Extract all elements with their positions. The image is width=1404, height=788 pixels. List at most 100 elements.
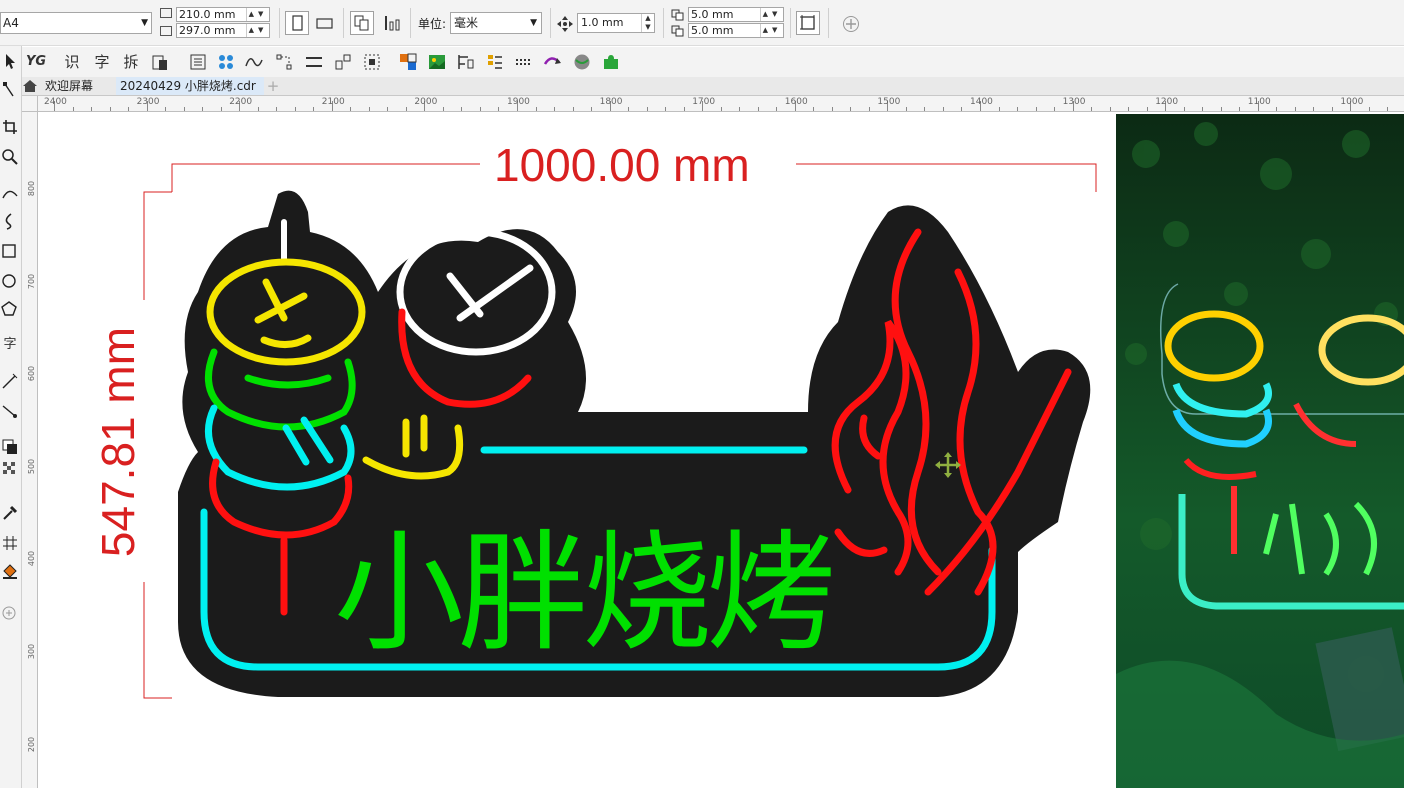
add-tool-icon[interactable] xyxy=(1,604,19,622)
ruler-tick-label: 2300 xyxy=(136,97,160,107)
path-icon[interactable] xyxy=(244,52,264,72)
puzzle-icon[interactable] xyxy=(601,52,621,72)
ellipse-tool-icon[interactable] xyxy=(1,272,19,290)
ruler-minor-tick xyxy=(257,107,259,111)
ruler-minor-tick xyxy=(128,107,130,111)
duplicate-x-field[interactable]: 5.0 mm ▲▼ xyxy=(688,7,784,22)
duplicate-y-field[interactable]: 5.0 mm ▲▼ xyxy=(688,23,784,38)
landscape-button[interactable] xyxy=(313,11,337,35)
arrange-icon[interactable] xyxy=(333,52,353,72)
ruler-minor-tick xyxy=(91,107,93,111)
ruler-minor-tick xyxy=(1035,107,1037,111)
color-blocks-icon[interactable] xyxy=(398,52,418,72)
blend-icon[interactable] xyxy=(543,52,563,72)
neon-sign-design[interactable]: 小胖烧烤 xyxy=(158,172,1108,712)
pick-tool-icon[interactable] xyxy=(1,52,19,70)
ruler-minor-tick xyxy=(1017,107,1019,111)
ruler-minor-tick xyxy=(202,107,204,111)
horizontal-ruler[interactable]: 2400 2300 2200 2100 2000 1900 1800 1700 1600 1500… xyxy=(38,96,1404,112)
drawing-canvas[interactable]: 1000.00 mm 547.81 mm 小胖烧烤 xyxy=(38,112,1404,788)
page-width-field[interactable]: 210.0 mm ▲▼ xyxy=(176,7,270,22)
connector-tool-icon[interactable] xyxy=(1,402,19,420)
spinner-icon[interactable]: ▲▼ xyxy=(760,24,783,37)
reference-photo[interactable] xyxy=(1116,114,1404,788)
current-page-button[interactable] xyxy=(380,11,404,35)
layers-icon[interactable] xyxy=(485,52,505,72)
page-height-field[interactable]: 297.0 mm ▲▼ xyxy=(176,23,270,38)
eyedropper-tool-icon[interactable] xyxy=(1,504,19,522)
units-dropdown[interactable]: 毫米 ▼ xyxy=(450,12,542,34)
ruler-minor-tick xyxy=(1331,107,1333,111)
polygon-tool-icon[interactable] xyxy=(1,300,19,318)
ruler-tick-label: 1000 xyxy=(1340,97,1364,107)
toolbar-row: YG 识 字 拆 xyxy=(0,47,1404,77)
sign-text: 小胖烧烤 xyxy=(334,517,831,669)
new-tab-button[interactable]: + xyxy=(264,77,282,95)
nudge-field[interactable]: 1.0 mm ▲ ▼ xyxy=(577,13,655,33)
ruler-minor-tick xyxy=(739,107,741,111)
shadow-tool-icon[interactable] xyxy=(1,438,19,456)
select-frame-icon[interactable] xyxy=(362,52,382,72)
ruler-tick-label: 1800 xyxy=(599,97,623,107)
ruler-minor-tick xyxy=(572,107,574,111)
page-width-value: 210.0 mm xyxy=(179,8,236,21)
pattern-icon[interactable] xyxy=(216,52,236,72)
text-tool-icon[interactable]: 字 xyxy=(1,336,19,354)
ruler-minor-tick xyxy=(405,107,407,111)
move-cursor-icon xyxy=(935,452,961,478)
recognize-button[interactable]: 识 xyxy=(62,52,82,72)
zoom-tool-icon[interactable] xyxy=(1,148,19,166)
clipboard-icon[interactable] xyxy=(150,52,170,72)
spinner-icon[interactable]: ▲▼ xyxy=(246,8,269,21)
spinner-icon[interactable]: ▲▼ xyxy=(246,24,269,37)
shape-tool-icon[interactable] xyxy=(1,80,19,98)
spinner-icon[interactable]: ▲▼ xyxy=(760,8,783,21)
dimension-tool-icon[interactable] xyxy=(1,372,19,390)
dots-icon[interactable] xyxy=(514,52,534,72)
page-frame-button[interactable] xyxy=(796,11,820,35)
page-frame-icon xyxy=(800,15,815,30)
tab-welcome-screen[interactable]: 欢迎屏幕 xyxy=(41,77,97,95)
crop-tool-icon[interactable] xyxy=(1,118,19,136)
node-icon[interactable] xyxy=(274,52,294,72)
ruler-minor-tick xyxy=(1239,107,1241,111)
vertical-ruler[interactable]: 800 700 600 500 400 300 200 xyxy=(22,112,38,788)
list-icon[interactable] xyxy=(188,52,208,72)
ruler-minor-tick xyxy=(535,107,537,111)
home-icon[interactable] xyxy=(22,79,38,93)
text-plugin-button[interactable]: 字 xyxy=(92,52,112,72)
ruler-tick-label: 2000 xyxy=(414,97,438,107)
tab-document[interactable]: 20240429 小胖烧烤.cdr xyxy=(116,77,264,95)
rectangle-tool-icon[interactable] xyxy=(1,242,19,260)
ruler-tick-label: 2400 xyxy=(44,97,67,107)
ruler-tick-label: 400 xyxy=(27,551,37,567)
artistic-media-icon[interactable] xyxy=(1,212,19,230)
freehand-tool-icon[interactable] xyxy=(1,184,19,202)
spinner-icon[interactable]: ▲▼ xyxy=(641,14,654,32)
lines-icon[interactable] xyxy=(304,52,324,72)
yg-plugin-icon[interactable]: YG xyxy=(26,52,46,72)
ruler-minor-tick xyxy=(868,107,870,111)
ruler-minor-tick xyxy=(1128,107,1130,111)
tab-label: 20240429 小胖烧烤.cdr xyxy=(120,79,256,93)
ruler-minor-tick xyxy=(461,107,463,111)
align-icon[interactable] xyxy=(456,52,476,72)
add-icon[interactable] xyxy=(842,15,860,33)
image-icon[interactable] xyxy=(427,52,447,72)
transparency-tool-icon[interactable] xyxy=(1,460,19,478)
ruler-minor-tick xyxy=(1109,107,1111,111)
mesh-fill-icon[interactable] xyxy=(1,534,19,552)
chevron-down-icon: ▼ xyxy=(141,18,148,28)
portrait-button[interactable] xyxy=(285,11,309,35)
ruler-tick-label: 700 xyxy=(27,273,37,289)
fill-tool-icon[interactable] xyxy=(1,562,19,580)
split-button[interactable]: 拆 xyxy=(121,52,141,72)
ruler-origin[interactable] xyxy=(22,96,38,112)
separator xyxy=(828,8,829,38)
ruler-minor-tick xyxy=(998,107,1000,111)
globe-icon[interactable] xyxy=(572,52,592,72)
height-dimension-label[interactable]: 547.81 mm xyxy=(91,327,145,557)
ruler-tick-label: 200 xyxy=(27,736,37,752)
page-size-dropdown[interactable]: A4 ▼ xyxy=(0,12,152,34)
all-pages-button[interactable] xyxy=(350,11,374,35)
